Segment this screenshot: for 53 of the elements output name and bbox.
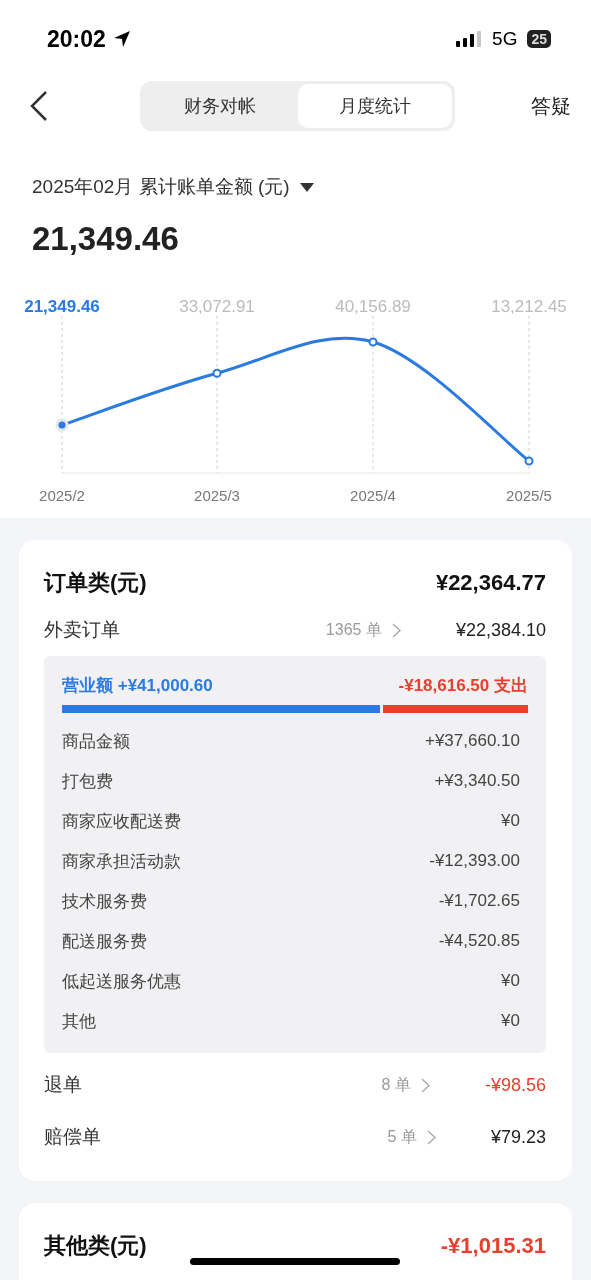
card-title: 订单类(元) <box>44 569 147 597</box>
row-label: 外卖订单 <box>44 618 120 642</box>
item-amount: -¥1,702.65 <box>438 891 520 911</box>
item-amount: -¥12,393.00 <box>429 851 520 871</box>
status-time: 20:02 <box>47 25 106 53</box>
item-label: 商家应收配送费 <box>62 810 181 833</box>
item-amount: ¥0 <box>501 971 520 991</box>
row-amount: ¥22,384.10 <box>455 619 546 641</box>
axis-label: 2025/2 <box>39 487 85 504</box>
back-icon[interactable] <box>30 90 48 122</box>
tab[interactable]: 财务对帐 <box>143 84 298 128</box>
row-label: 退单 <box>44 1073 82 1097</box>
data-point[interactable] <box>524 456 534 466</box>
item-amount: -¥4,520.85 <box>438 931 520 951</box>
value-label: 13,212.45 <box>491 297 567 316</box>
dropdown-caret-icon[interactable] <box>299 182 314 192</box>
axis-label: 2025/5 <box>506 487 552 504</box>
network-label: 5G <box>492 28 518 50</box>
expense-label: -¥18,616.50 支出 <box>398 675 528 697</box>
data-point[interactable] <box>368 337 378 347</box>
card-title: 其他类(元) <box>44 1232 147 1260</box>
item-label: 商品金额 <box>62 730 130 753</box>
value-label: 40,156.89 <box>335 297 411 316</box>
item-label: 技术服务费 <box>62 890 147 913</box>
revenue-label: 营业额 +¥41,000.60 <box>62 675 213 697</box>
battery-indicator: 25 <box>527 30 551 48</box>
help-link[interactable]: 答疑 <box>531 92 571 120</box>
item-label: 低起送服务优惠 <box>62 970 181 993</box>
card-total: -¥1,015.31 <box>440 1233 546 1259</box>
item-label: 商家承担活动款 <box>62 850 181 873</box>
item-amount: ¥0 <box>501 1011 520 1031</box>
item-label: 配送服务费 <box>62 930 147 953</box>
item-amount: +¥3,340.50 <box>434 771 520 791</box>
axis-label: 2025/3 <box>194 487 240 504</box>
chevron-icon[interactable] <box>426 1129 436 1145</box>
value-label: 33,072.91 <box>179 297 255 316</box>
card-total: ¥22,364.77 <box>435 570 546 596</box>
chevron-icon[interactable] <box>391 622 401 638</box>
signal-icon <box>456 31 483 47</box>
item-amount: +¥37,660.10 <box>425 731 520 751</box>
item-label: 其他 <box>62 1010 96 1033</box>
item-amount: ¥0 <box>501 811 520 831</box>
row-amount: -¥98.56 <box>484 1074 546 1096</box>
total-amount: 21,349.46 <box>32 220 180 258</box>
data-point[interactable] <box>212 368 222 378</box>
item-label: 打包费 <box>62 770 113 793</box>
tab[interactable]: 月度统计 <box>297 84 452 128</box>
chevron-icon[interactable] <box>420 1077 430 1093</box>
axis-label: 2025/4 <box>350 487 396 504</box>
row-label: 赔偿单 <box>44 1125 101 1149</box>
period-title[interactable]: 2025年02月 累计账单金额 (元) <box>32 174 290 200</box>
row-amount: ¥79.23 <box>490 1126 546 1148</box>
value-label: 21,349.46 <box>24 297 100 316</box>
